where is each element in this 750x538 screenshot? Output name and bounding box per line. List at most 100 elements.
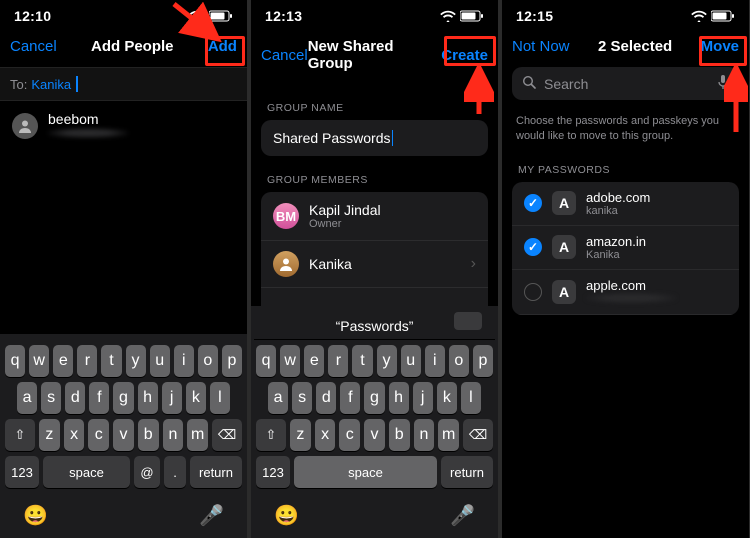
key-v[interactable]: v — [113, 419, 134, 451]
screen-add-people: 12:10 Cancel Add People Add To: Kanika b… — [0, 0, 248, 538]
key-l[interactable]: l — [461, 382, 481, 414]
key-n[interactable]: n — [163, 419, 184, 451]
key-t[interactable]: t — [101, 345, 121, 377]
dictation-button[interactable]: 🎤 — [450, 503, 475, 528]
search-placeholder: Search — [544, 76, 588, 92]
key-m[interactable]: m — [187, 419, 208, 451]
key-m[interactable]: m — [438, 419, 459, 451]
key-a[interactable]: a — [268, 382, 288, 414]
key-f[interactable]: f — [89, 382, 109, 414]
key-space[interactable]: space — [43, 456, 130, 488]
recipient-chip[interactable]: Kanika — [31, 77, 71, 92]
password-row[interactable]: A adobe.com kanika — [512, 182, 739, 226]
key-c[interactable]: c — [88, 419, 109, 451]
key-w[interactable]: w — [29, 345, 49, 377]
cancel-button[interactable]: Cancel — [261, 47, 308, 64]
emoji-button[interactable]: 😀 — [23, 503, 48, 528]
key-shift[interactable]: ⇧ — [256, 419, 286, 451]
key-z[interactable]: z — [290, 419, 311, 451]
not-now-button[interactable]: Not Now — [512, 38, 570, 55]
key-g[interactable]: g — [364, 382, 384, 414]
create-button[interactable]: Create — [441, 47, 488, 64]
key-c[interactable]: c — [339, 419, 360, 451]
key-dot[interactable]: . — [164, 456, 186, 488]
key-q[interactable]: q — [256, 345, 276, 377]
key-d[interactable]: d — [316, 382, 336, 414]
section-label: MY PASSWORDS — [502, 146, 749, 182]
key-s[interactable]: s — [292, 382, 312, 414]
avatar — [273, 251, 299, 277]
battery-icon — [711, 10, 735, 22]
emoji-button[interactable]: 😀 — [274, 503, 299, 528]
to-field[interactable]: To: Kanika — [0, 67, 247, 101]
key-z[interactable]: z — [39, 419, 60, 451]
key-w[interactable]: w — [280, 345, 300, 377]
key-return[interactable]: return — [441, 456, 493, 488]
key-s[interactable]: s — [41, 382, 61, 414]
key-return[interactable]: return — [190, 456, 242, 488]
checkbox-on[interactable] — [524, 194, 542, 212]
key-123[interactable]: 123 — [256, 456, 290, 488]
key-d[interactable]: d — [65, 382, 85, 414]
member-row[interactable]: BM Kapil Jindal Owner — [261, 192, 488, 241]
key-space[interactable]: space — [294, 456, 437, 488]
key-v[interactable]: v — [364, 419, 385, 451]
key-j[interactable]: j — [162, 382, 182, 414]
key-o[interactable]: o — [449, 345, 469, 377]
key-l[interactable]: l — [210, 382, 230, 414]
key-backspace[interactable]: ⌫ — [463, 419, 493, 451]
move-button[interactable]: Move — [701, 38, 739, 55]
key-n[interactable]: n — [414, 419, 435, 451]
key-p[interactable]: p — [222, 345, 242, 377]
key-k[interactable]: k — [437, 382, 457, 414]
to-label: To: — [10, 77, 27, 92]
key-u[interactable]: u — [150, 345, 170, 377]
key-j[interactable]: j — [413, 382, 433, 414]
key-k[interactable]: k — [186, 382, 206, 414]
key-shift[interactable]: ⇧ — [5, 419, 35, 451]
key-e[interactable]: e — [304, 345, 324, 377]
key-y[interactable]: y — [126, 345, 146, 377]
key-t[interactable]: t — [352, 345, 372, 377]
key-q[interactable]: q — [5, 345, 25, 377]
key-backspace[interactable]: ⌫ — [212, 419, 242, 451]
password-row[interactable]: A apple.com — [512, 270, 739, 315]
key-x[interactable]: x — [315, 419, 336, 451]
dictation-button[interactable]: 🎤 — [199, 503, 224, 528]
key-b[interactable]: b — [389, 419, 410, 451]
key-y[interactable]: y — [377, 345, 397, 377]
key-e[interactable]: e — [53, 345, 73, 377]
checkbox-on[interactable] — [524, 238, 542, 256]
key-r[interactable]: r — [328, 345, 348, 377]
group-name-label: GROUP NAME — [251, 84, 498, 120]
key-i[interactable]: i — [425, 345, 445, 377]
key-o[interactable]: o — [198, 345, 218, 377]
password-row[interactable]: A amazon.in Kanika — [512, 226, 739, 270]
mic-icon[interactable] — [717, 74, 729, 93]
cancel-button[interactable]: Cancel — [10, 38, 57, 55]
key-u[interactable]: u — [401, 345, 421, 377]
suggestion-bar[interactable]: “Passwords” — [254, 312, 495, 340]
key-h[interactable]: h — [389, 382, 409, 414]
member-row[interactable]: Kanika › — [261, 241, 488, 288]
key-x[interactable]: x — [64, 419, 85, 451]
checkbox-off[interactable] — [524, 283, 542, 301]
key-r[interactable]: r — [77, 345, 97, 377]
keyboard-row-1: q w e r t y u i o p — [256, 345, 493, 377]
key-h[interactable]: h — [138, 382, 158, 414]
screen-new-shared-group: 12:13 Cancel New Shared Group Create GRO… — [251, 0, 499, 538]
key-f[interactable]: f — [340, 382, 360, 414]
key-g[interactable]: g — [113, 382, 133, 414]
add-button[interactable]: Add — [208, 38, 237, 55]
battery-icon — [209, 10, 233, 22]
key-a[interactable]: a — [17, 382, 37, 414]
key-i[interactable]: i — [174, 345, 194, 377]
key-p[interactable]: p — [473, 345, 493, 377]
key-b[interactable]: b — [138, 419, 159, 451]
contact-suggestion[interactable]: beebom — [0, 101, 247, 151]
key-at[interactable]: @ — [134, 456, 160, 488]
search-icon — [522, 75, 536, 92]
search-input[interactable]: Search — [512, 67, 739, 100]
group-name-input[interactable]: Shared Passwords — [261, 120, 488, 156]
key-123[interactable]: 123 — [5, 456, 39, 488]
